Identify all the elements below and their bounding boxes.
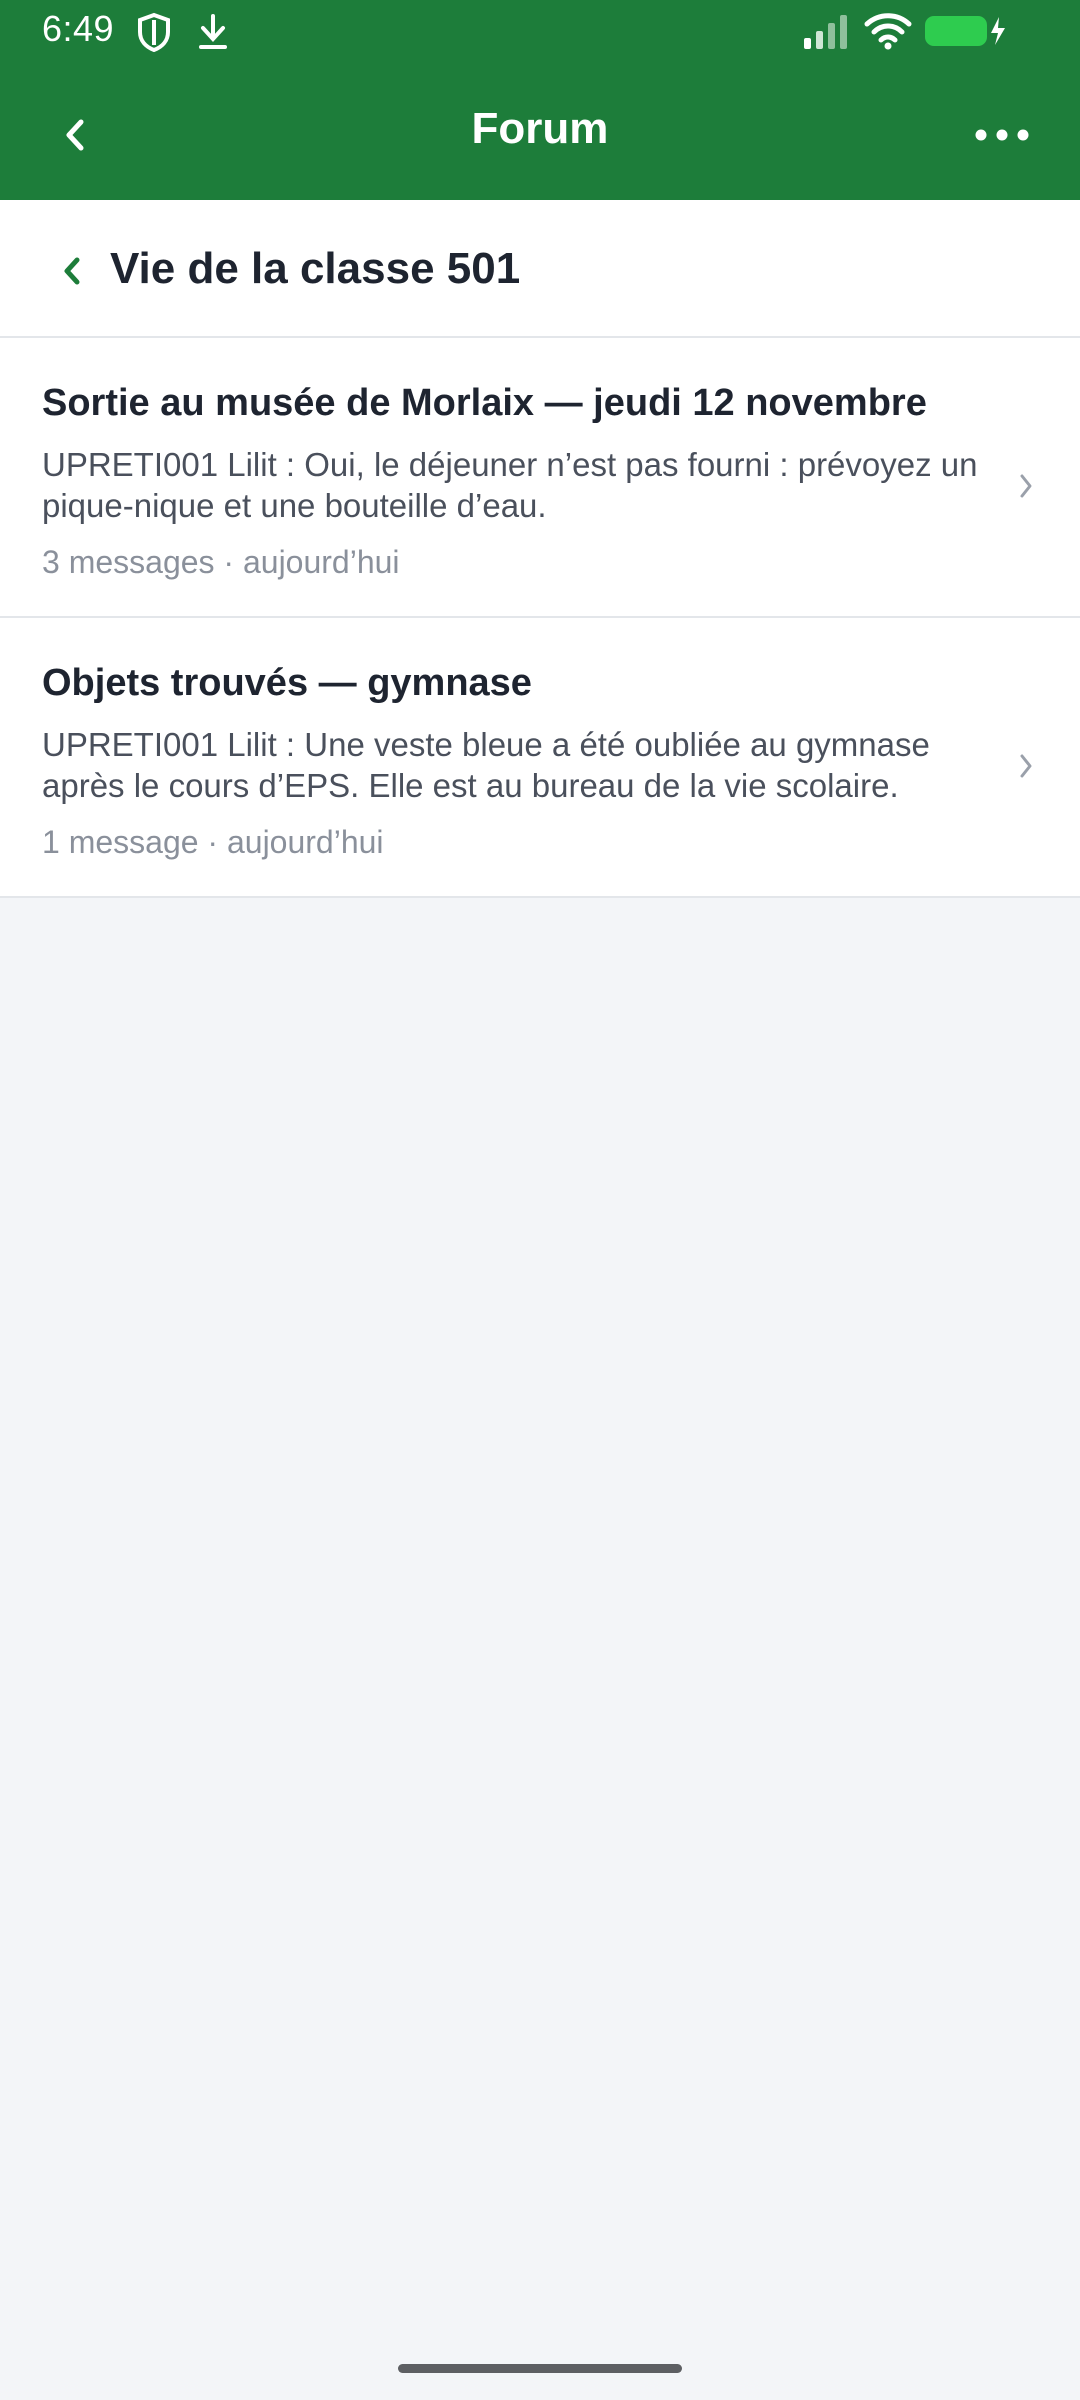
- topic-title: Objets trouvés — gymnase: [42, 662, 532, 704]
- topic-preview: UPRETI001 Lilit : Oui, le déjeuner n’est…: [42, 446, 978, 524]
- topic-meta: 3 messages · aujourd’hui: [42, 544, 400, 580]
- wifi-icon: [864, 12, 912, 55]
- more-horizontal-icon: [975, 129, 1029, 141]
- topic-preview: UPRETI001 Lilit : Une veste bleue a été …: [42, 726, 930, 804]
- topic-item[interactable]: Objets trouvés — gymnase UPRETI001 Lilit…: [0, 618, 1080, 898]
- topic-meta: 1 message · aujourd’hui: [42, 824, 384, 860]
- section-header: Vie de la classe 501: [0, 200, 1080, 338]
- more-options-button[interactable]: [962, 100, 1042, 170]
- topic-title: Sortie au musée de Morlaix — jeudi 12 no…: [42, 382, 927, 424]
- topic-item[interactable]: Sortie au musée de Morlaix — jeudi 12 no…: [0, 338, 1080, 618]
- shield-icon: [136, 12, 172, 57]
- chevron-right-icon: [1014, 466, 1038, 506]
- section-back-button[interactable]: [50, 246, 94, 296]
- battery-charging-icon: [924, 14, 1010, 53]
- home-indicator[interactable]: [398, 2364, 682, 2373]
- section-title: Vie de la classe 501: [110, 244, 521, 293]
- app-header: 6:49 Forum: [0, 0, 1080, 200]
- status-bar: 6:49: [0, 0, 1080, 66]
- status-time: 6:49: [42, 8, 115, 49]
- chevron-right-icon: [1014, 746, 1038, 786]
- chevron-left-icon: [64, 257, 80, 285]
- app-bar: Forum: [0, 66, 1080, 200]
- signal-icon: [802, 14, 852, 55]
- download-icon: [196, 12, 230, 57]
- page-title: Forum: [471, 104, 609, 153]
